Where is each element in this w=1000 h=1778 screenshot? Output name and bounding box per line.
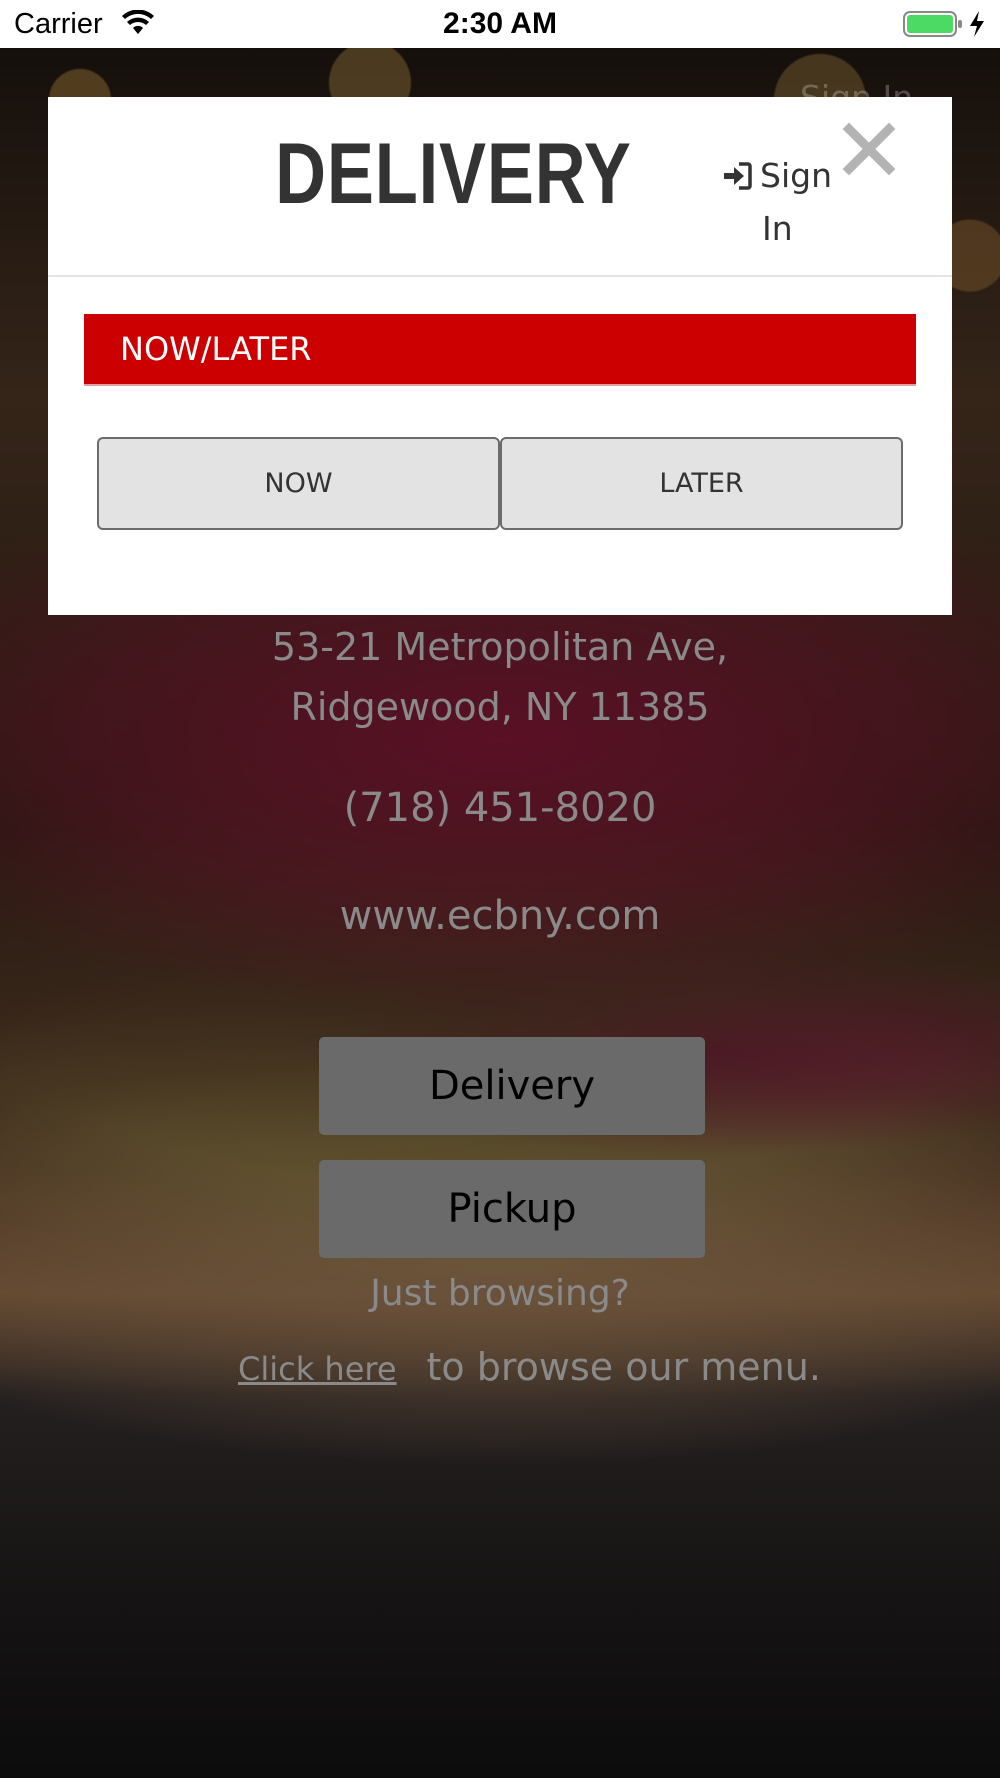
address-line-2: Ridgewood, NY 11385 xyxy=(290,685,710,729)
restaurant-address: 53-21 Metropolitan Ave, Ridgewood, NY 11… xyxy=(0,617,1000,737)
order-type-modal: DELIVERY Sign In NOW/LATER NOW LATER xyxy=(48,97,952,615)
browse-menu-line: Click here to browse our menu. xyxy=(238,1345,821,1389)
browsing-prompt: Just browsing? xyxy=(370,1273,630,1314)
restaurant-website: www.ecbny.com xyxy=(339,893,661,939)
status-bar: Carrier 2:30 AM xyxy=(0,0,1000,48)
address-line-1: 53-21 Metropolitan Ave, xyxy=(271,625,729,669)
charging-bolt-icon xyxy=(970,11,984,37)
sign-in-word-2: In xyxy=(762,209,793,248)
restaurant-phone: (718) 451-8020 xyxy=(343,785,657,831)
pickup-button: Pickup xyxy=(319,1160,705,1258)
now-later-section-header: NOW/LATER xyxy=(84,314,916,386)
modal-sign-in-link[interactable]: Sign In xyxy=(722,149,832,255)
modal-header: DELIVERY Sign In xyxy=(48,97,952,277)
status-time: 2:30 AM xyxy=(443,7,557,40)
delivery-button: Delivery xyxy=(319,1037,705,1135)
sign-in-word-1: Sign xyxy=(760,156,832,195)
battery-icon xyxy=(903,11,962,37)
now-button[interactable]: NOW xyxy=(97,437,500,530)
modal-title: DELIVERY xyxy=(275,126,632,222)
browse-menu-text: to browse our menu. xyxy=(426,1345,821,1389)
sign-in-icon xyxy=(724,162,752,190)
browse-menu-link: Click here xyxy=(238,1350,397,1388)
close-icon[interactable] xyxy=(841,121,897,177)
later-button[interactable]: LATER xyxy=(500,437,903,530)
